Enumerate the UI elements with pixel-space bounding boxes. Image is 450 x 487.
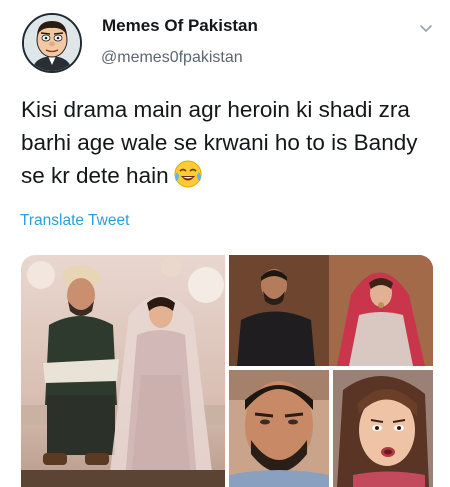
- wedding-photo: [21, 255, 225, 487]
- face-with-tears-of-joy-icon: [174, 160, 202, 188]
- drama-scene-photo: [229, 255, 433, 366]
- user-handle[interactable]: @memes0fpakistan: [101, 49, 243, 67]
- translate-tweet-link[interactable]: Translate Tweet: [20, 212, 129, 230]
- tweet-text: Kisi drama main agr heroin ki shadi zra …: [21, 93, 436, 192]
- cartoon-face-icon: [24, 15, 80, 71]
- media-photo-scene[interactable]: [229, 255, 433, 366]
- media-photo-woman-closeup[interactable]: [333, 370, 433, 487]
- tweet-text-content: Kisi drama main agr heroin ki shadi zra …: [21, 97, 418, 188]
- man-closeup-photo: [229, 370, 329, 487]
- media-photo-wedding[interactable]: [21, 255, 225, 487]
- avatar[interactable]: [22, 13, 82, 73]
- media-photo-man-closeup[interactable]: [229, 370, 329, 487]
- display-name[interactable]: Memes Of Pakistan: [102, 16, 258, 36]
- woman-closeup-photo: [333, 370, 433, 487]
- chevron-down-icon[interactable]: [418, 20, 434, 36]
